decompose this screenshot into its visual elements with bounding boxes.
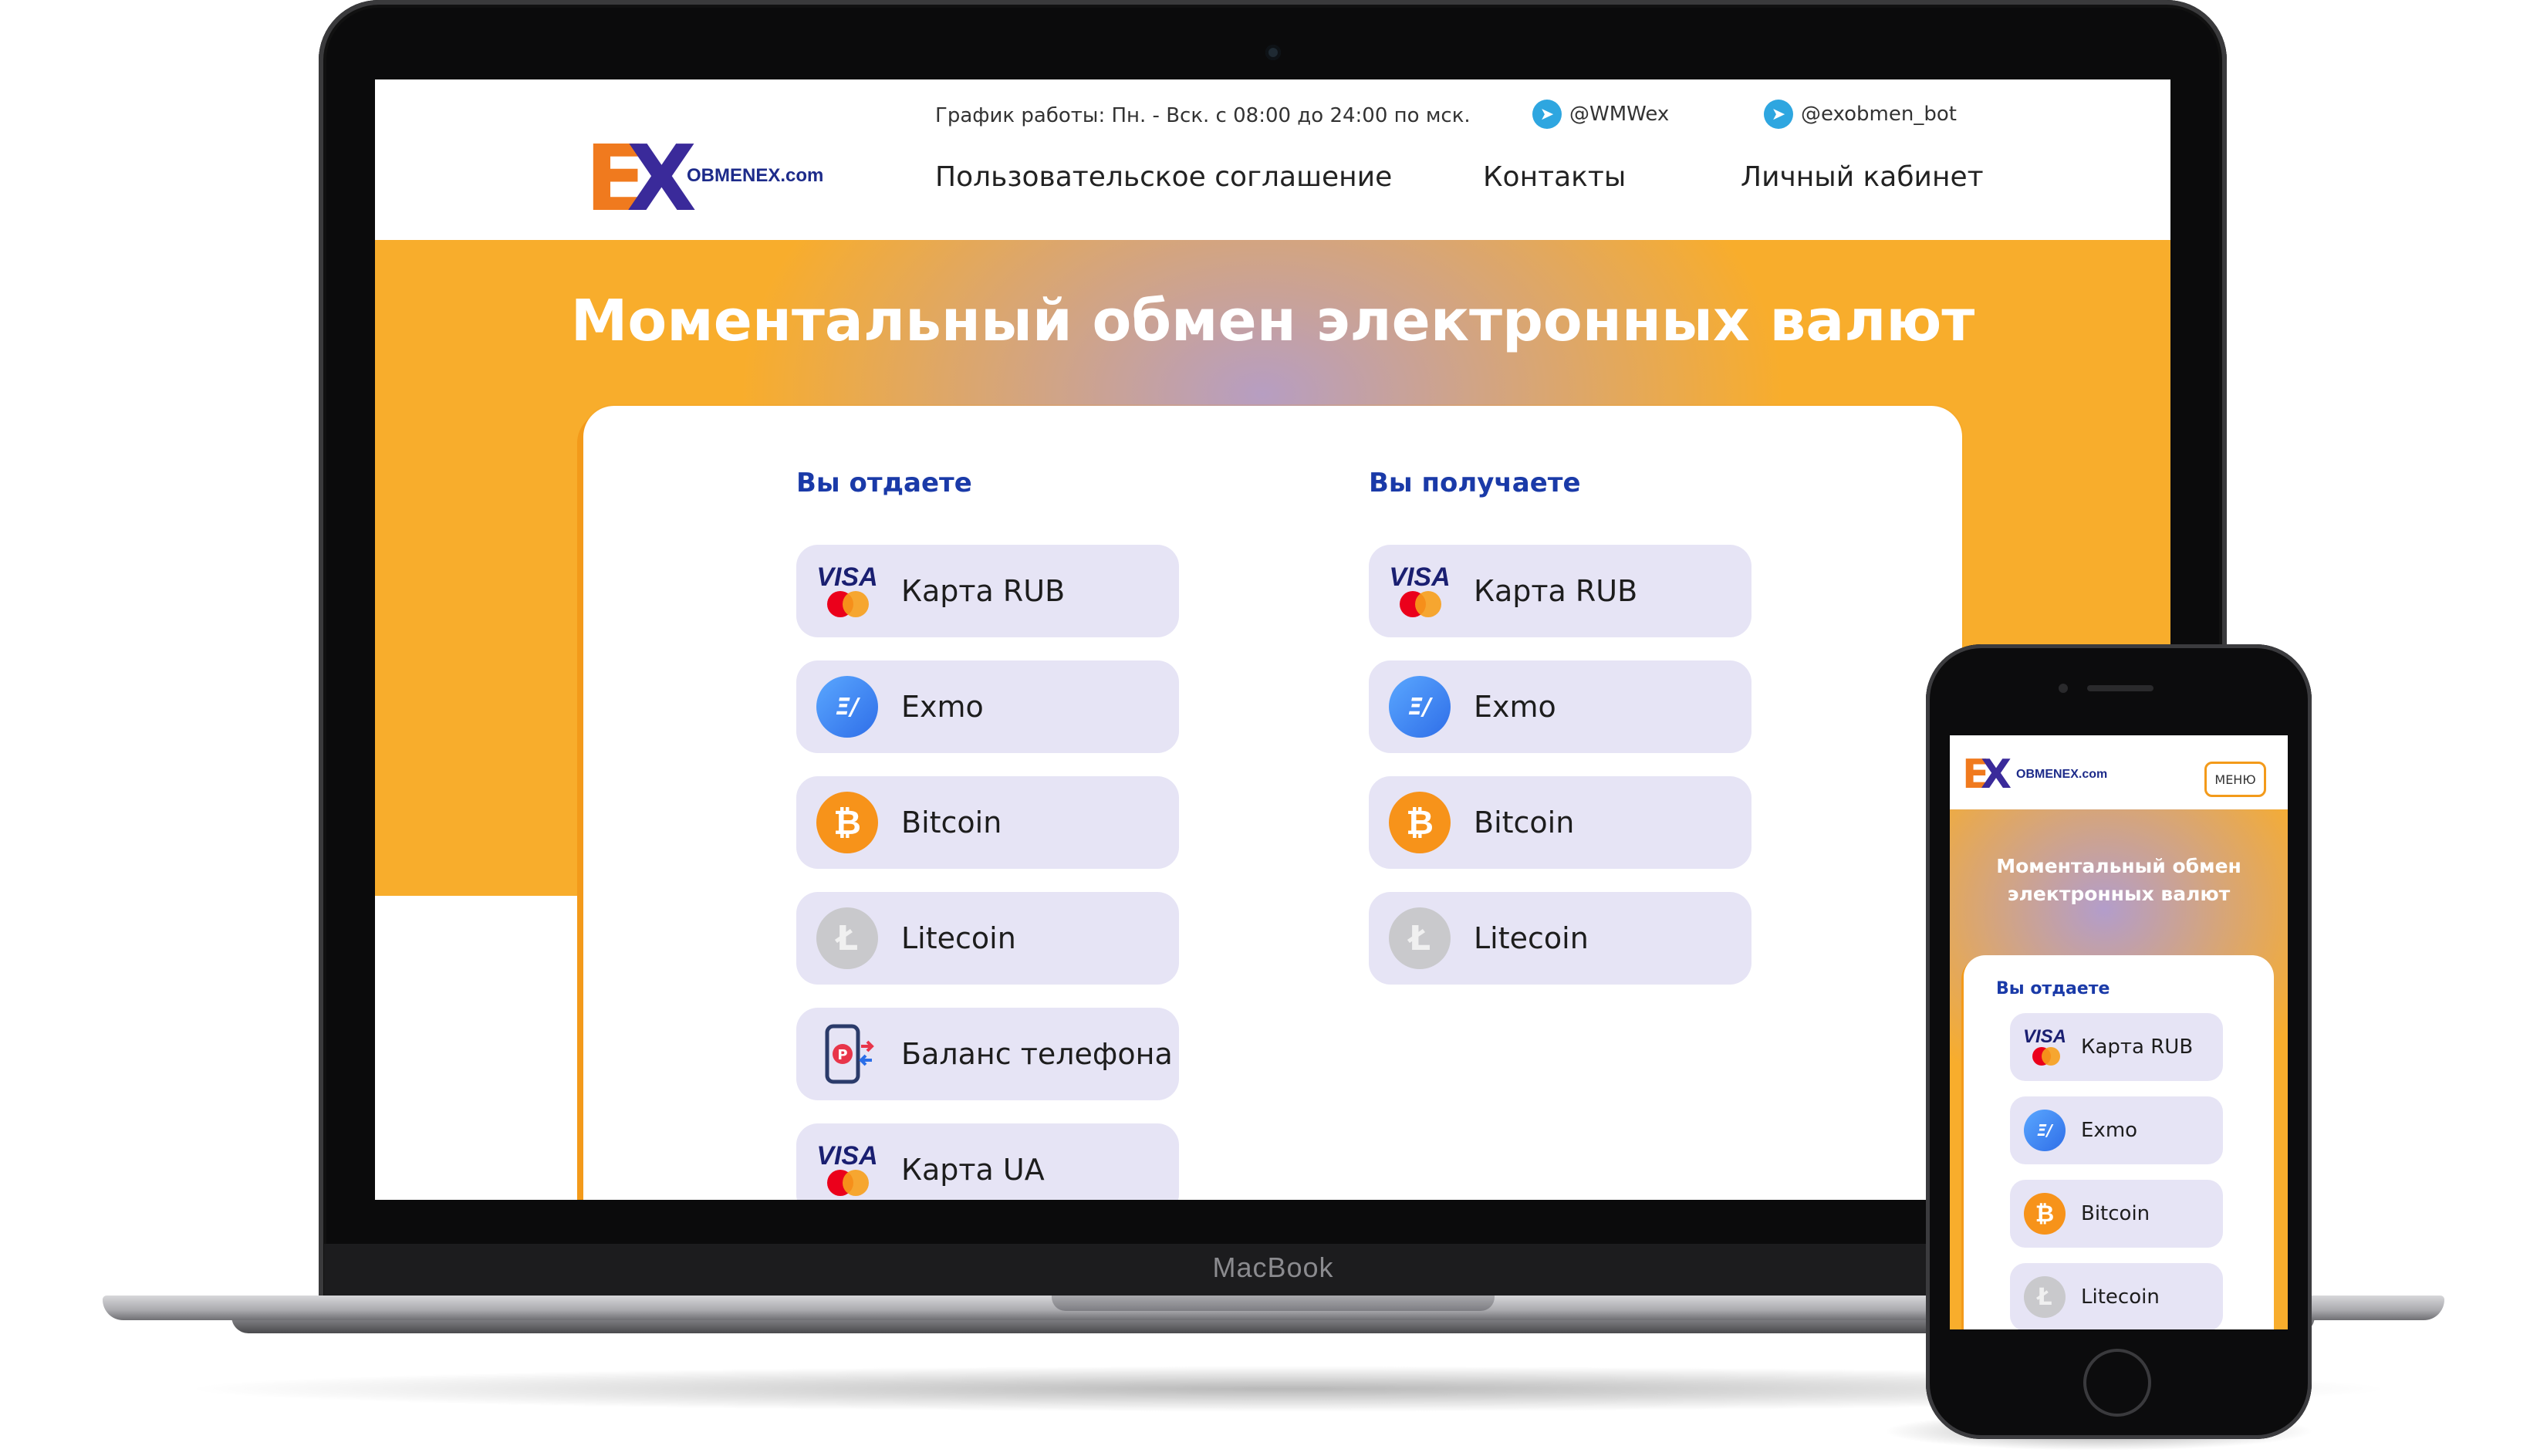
visa-mastercard-icon: VISA — [2023, 1026, 2066, 1068]
nav-account[interactable]: Личный кабинет — [1741, 161, 1984, 193]
give-option-litecoin[interactable]: Ł Litecoin — [796, 892, 1179, 985]
laptop-screen: E X OBMENEX.com График работы: Пн. - Вск… — [375, 79, 2170, 1200]
option-label: Bitcoin — [2081, 1202, 2150, 1225]
hero-title: Моментальный обмен электронных валют — [570, 288, 1975, 354]
give-column-title: Вы отдаете — [796, 468, 972, 498]
phone-screen: E X OBMENEX.com МЕНЮ Моментальный обмен … — [1950, 735, 2288, 1329]
option-label: Карта UA — [901, 1153, 1045, 1187]
visa-mastercard-icon: VISA — [1389, 560, 1451, 622]
nav-user-agreement[interactable]: Пользовательское соглашение — [935, 161, 1392, 193]
option-label: Litecoin — [2081, 1285, 2160, 1309]
give-option-exmo[interactable]: Ξ/ Exmo — [796, 660, 1179, 753]
visa-mastercard-icon: VISA — [816, 1139, 878, 1200]
phone-give-option-exmo[interactable]: Ξ/ Exmo — [2010, 1096, 2223, 1164]
option-label: Litecoin — [1474, 921, 1589, 955]
exmo-icon: Ξ/ — [2024, 1110, 2066, 1151]
option-label: Карта RUB — [901, 574, 1066, 608]
phone-site-logo[interactable]: E X OBMENEX.com — [1962, 752, 2132, 798]
option-label: Bitcoin — [1474, 806, 1575, 839]
visa-mastercard-icon: VISA — [816, 560, 878, 622]
logo-text: OBMENEX.com — [2016, 768, 2108, 781]
litecoin-icon: Ł — [816, 907, 878, 969]
option-label: Exmo — [1474, 690, 1556, 724]
laptop-notch — [1052, 1296, 1495, 1311]
logo-text: OBMENEX.com — [687, 165, 824, 186]
option-label: Bitcoin — [901, 806, 1002, 839]
telegram-handle: @WMWex — [1569, 103, 1670, 126]
phone-give-option-litecoin[interactable]: Ł Litecoin — [2010, 1263, 2223, 1329]
exmo-icon: Ξ/ — [1389, 676, 1451, 738]
give-option-bitcoin[interactable]: ₿ Bitcoin — [796, 776, 1179, 869]
option-label: Litecoin — [901, 921, 1016, 955]
get-option-bitcoin[interactable]: ₿ Bitcoin — [1369, 776, 1751, 869]
hero-bottom-area — [375, 897, 576, 1200]
telegram-icon: ➤ — [1764, 100, 1793, 129]
telegram-handle: @exobmen_bot — [1801, 103, 1957, 126]
telegram-link-wmwex[interactable]: ➤ @WMWex — [1532, 100, 1669, 129]
bitcoin-icon: ₿ — [1389, 792, 1451, 853]
get-option-exmo[interactable]: Ξ/ Exmo — [1369, 660, 1751, 753]
get-column-title: Вы получаете — [1369, 468, 1581, 498]
logo-e-mark: E — [1962, 752, 1989, 798]
laptop-brand: MacBook — [1212, 1252, 1334, 1283]
telegram-link-bot[interactable]: ➤ @exobmen_bot — [1764, 100, 1957, 129]
phone-give-option-bitcoin[interactable]: ₿ Bitcoin — [2010, 1180, 2223, 1248]
exchange-panel — [583, 406, 1962, 1200]
phone-speaker — [2087, 685, 2153, 691]
phone-balance-icon: Р — [816, 1023, 878, 1085]
give-option-phone-balance[interactable]: Р Баланс телефона — [796, 1008, 1179, 1100]
bitcoin-icon: ₿ — [2024, 1193, 2066, 1235]
bitcoin-icon: ₿ — [816, 792, 878, 853]
give-option-card-rub[interactable]: VISA Карта RUB — [796, 545, 1179, 637]
option-label: Карта RUB — [2081, 1035, 2194, 1059]
option-label: Баланс телефона — [901, 1037, 1173, 1071]
phone-give-title: Вы отдаете — [1996, 979, 2110, 998]
option-label: Exmo — [901, 690, 984, 724]
phone-give-option-card-rub[interactable]: VISA Карта RUB — [2010, 1013, 2223, 1081]
option-label: Карта RUB — [1474, 574, 1638, 608]
phone-home-button[interactable] — [2083, 1349, 2151, 1417]
litecoin-icon: Ł — [2024, 1276, 2066, 1318]
litecoin-icon: Ł — [1389, 907, 1451, 969]
option-label: Exmo — [2081, 1119, 2138, 1142]
exmo-icon: Ξ/ — [816, 676, 878, 738]
svg-text:Р: Р — [837, 1047, 847, 1063]
work-schedule: График работы: Пн. - Вск. с 08:00 до 24:… — [935, 104, 1471, 127]
laptop-camera — [1265, 45, 1281, 60]
get-option-litecoin[interactable]: Ł Litecoin — [1369, 892, 1751, 985]
give-option-card-ua[interactable]: VISA Карта UA — [796, 1123, 1179, 1200]
phone-menu-button[interactable]: МЕНЮ — [2204, 762, 2266, 797]
get-option-card-rub[interactable]: VISA Карта RUB — [1369, 545, 1751, 637]
telegram-icon: ➤ — [1532, 100, 1562, 129]
phone-hero-title: Моментальный обмен электронных валют — [1996, 855, 2241, 905]
logo-x-mark: X — [1981, 752, 2012, 798]
site-logo[interactable]: E X OBMENEX.com — [585, 133, 839, 224]
nav-contacts[interactable]: Контакты — [1483, 161, 1626, 193]
phone-camera — [2059, 684, 2068, 693]
